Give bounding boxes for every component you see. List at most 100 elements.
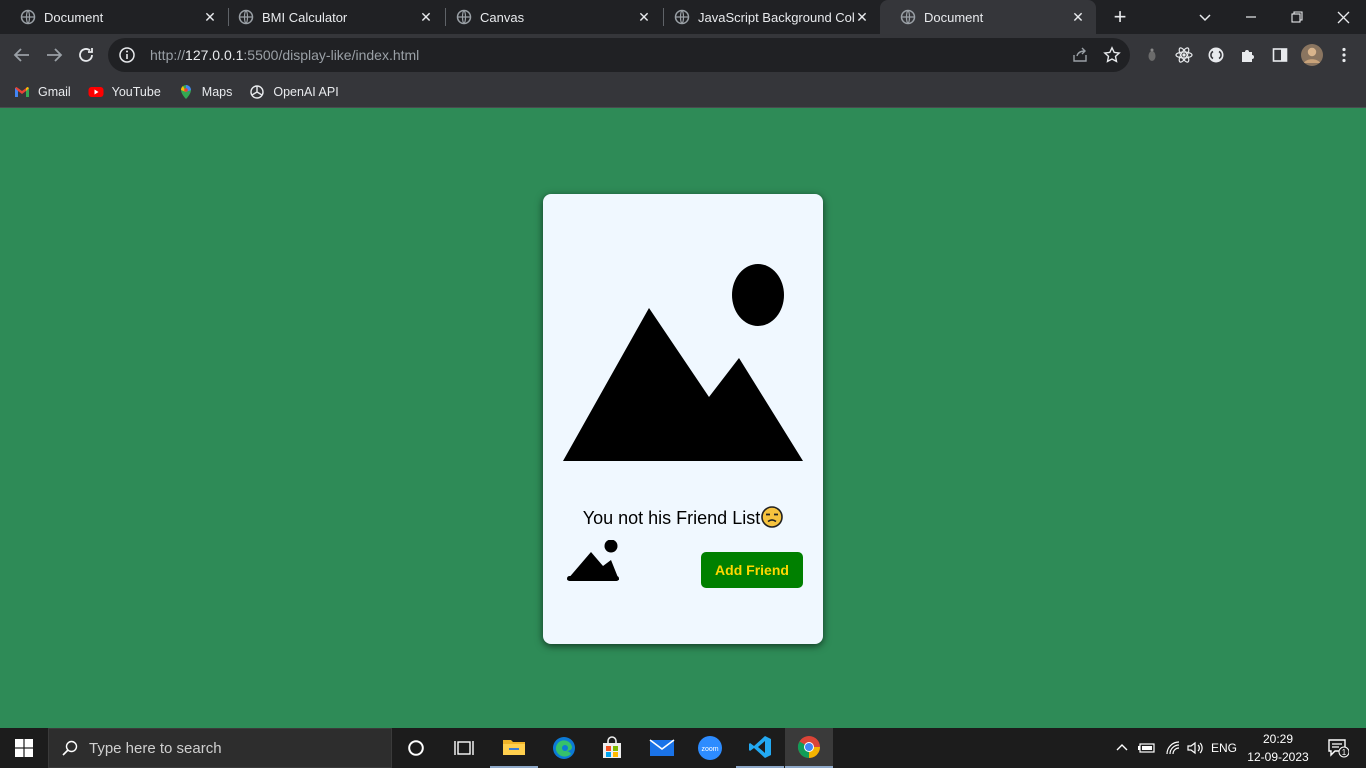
battery-icon xyxy=(1138,743,1155,753)
close-tab-icon[interactable]: ✕ xyxy=(854,9,870,25)
bookmark-label: Maps xyxy=(201,84,233,99)
microsoft-store-button[interactable] xyxy=(588,728,636,768)
extension-1-button[interactable] xyxy=(1142,45,1162,65)
close-tab-icon[interactable]: ✕ xyxy=(1070,9,1086,25)
notification-icon: 1 xyxy=(1328,739,1349,758)
extension-2-button[interactable] xyxy=(1206,45,1226,65)
minimize-button[interactable] xyxy=(1228,0,1274,34)
menu-button[interactable] xyxy=(1334,45,1354,65)
close-tab-icon[interactable]: ✕ xyxy=(636,9,652,25)
folder-icon xyxy=(503,740,525,755)
bookmark-maps[interactable]: Maps xyxy=(178,84,233,100)
extension-dot-icon xyxy=(1148,48,1156,61)
globe-icon xyxy=(238,9,254,25)
bookmark-label: OpenAI API xyxy=(273,84,339,99)
vscode-button[interactable] xyxy=(736,728,784,768)
back-arrow-icon xyxy=(13,48,29,62)
youtube-icon xyxy=(88,86,104,97)
more-vertical-icon xyxy=(1342,47,1346,63)
chevron-up-icon xyxy=(1116,744,1128,751)
url-host: 127.0.0.1 xyxy=(185,47,244,63)
avatar xyxy=(1301,44,1323,66)
network-indicator[interactable] xyxy=(1162,728,1184,768)
globe-icon xyxy=(900,9,916,25)
zoom-icon: zoom xyxy=(698,736,722,760)
globe-icon xyxy=(456,9,472,25)
taskbar-search-box[interactable]: Type here to search xyxy=(48,728,392,768)
info-icon[interactable] xyxy=(118,46,136,64)
tab-js-background-color[interactable]: JavaScript Background Color ✕ xyxy=(654,0,880,34)
mail-button[interactable] xyxy=(638,728,686,768)
url-scheme: http:// xyxy=(150,47,186,63)
bookmark-gmail[interactable]: Gmail xyxy=(14,84,71,100)
bookmark-youtube[interactable]: YouTube xyxy=(88,84,161,100)
volume-indicator[interactable] xyxy=(1184,728,1206,768)
share-button[interactable] xyxy=(1070,45,1090,65)
reload-icon xyxy=(79,48,93,62)
vscode-icon xyxy=(749,736,771,758)
tab-search-button[interactable] xyxy=(1182,0,1228,34)
restore-button[interactable] xyxy=(1274,0,1320,34)
bookmark-label: Gmail xyxy=(38,84,71,99)
edge-button[interactable] xyxy=(540,728,588,768)
puzzle-icon xyxy=(1242,50,1254,62)
bookmark-star-button[interactable] xyxy=(1102,45,1122,65)
task-view-button[interactable] xyxy=(440,728,488,768)
file-explorer-button[interactable] xyxy=(490,728,538,768)
chrome-button[interactable] xyxy=(785,728,833,768)
side-panel-button[interactable] xyxy=(1270,45,1290,65)
notification-center-button[interactable]: 1 xyxy=(1318,728,1358,768)
new-tab-button[interactable]: + xyxy=(1108,5,1132,29)
zoom-button[interactable]: zoom xyxy=(686,728,734,768)
minimize-icon xyxy=(1246,16,1256,18)
url-text: http://127.0.0.1:5500/display-like/index… xyxy=(150,47,419,63)
close-tab-icon[interactable]: ✕ xyxy=(202,9,218,25)
back-button[interactable] xyxy=(10,43,34,67)
tab-document-active[interactable]: Document ✕ xyxy=(880,0,1096,34)
forward-button[interactable] xyxy=(42,43,66,67)
show-hidden-icons-button[interactable] xyxy=(1112,728,1132,768)
tab-title: Document xyxy=(924,9,984,25)
search-placeholder: Type here to search xyxy=(89,739,222,757)
tab-bmi-calculator[interactable]: BMI Calculator ✕ xyxy=(218,0,444,34)
tab-document-1[interactable]: Document ✕ xyxy=(0,0,228,34)
side-panel-icon xyxy=(1272,48,1288,62)
react-devtools-button[interactable] xyxy=(1174,45,1194,65)
clock-time: 20:29 xyxy=(1262,732,1294,746)
friend-card: You not his Friend List Add Friend xyxy=(543,194,823,644)
tab-canvas[interactable]: Canvas ✕ xyxy=(436,0,662,34)
chrome-icon xyxy=(798,736,820,758)
small-landscape-icon xyxy=(567,540,619,581)
maps-icon xyxy=(180,84,191,99)
battery-indicator[interactable] xyxy=(1136,728,1158,768)
openai-icon xyxy=(250,84,265,99)
tab-title: Document xyxy=(44,9,104,25)
start-button[interactable] xyxy=(0,728,48,768)
bookmark-label: YouTube xyxy=(111,84,161,99)
language-indicator[interactable]: ENG xyxy=(1208,728,1240,768)
clock-date: 12-09-2023 xyxy=(1247,750,1309,764)
reload-button[interactable] xyxy=(74,43,98,67)
tab-title: Canvas xyxy=(480,9,525,25)
close-tab-icon[interactable]: ✕ xyxy=(418,9,434,25)
address-bar[interactable]: http://127.0.0.1:5500/display-like/index… xyxy=(108,38,1130,72)
edge-icon xyxy=(553,737,575,759)
svg-text:zoom: zoom xyxy=(701,746,718,753)
cortana-button[interactable] xyxy=(392,728,440,768)
react-icon xyxy=(1175,47,1193,63)
add-friend-button[interactable]: Add Friend xyxy=(701,552,803,588)
forward-arrow-icon xyxy=(47,48,63,62)
friend-status-text: You not his Friend List xyxy=(582,508,761,528)
gmail-icon xyxy=(15,86,29,97)
profile-button[interactable] xyxy=(1300,43,1324,67)
globe-icon xyxy=(20,9,36,25)
chevron-down-icon xyxy=(1199,14,1211,22)
extensions-button[interactable] xyxy=(1238,45,1258,65)
windows-logo-icon xyxy=(15,739,33,757)
close-window-button[interactable] xyxy=(1320,0,1366,34)
bookmark-openai-api[interactable]: OpenAI API xyxy=(249,84,339,100)
wifi-icon xyxy=(1166,741,1180,755)
clock[interactable]: 20:29 12-09-2023 xyxy=(1244,730,1312,766)
store-icon xyxy=(603,736,621,758)
unamused-face-icon xyxy=(761,506,784,528)
